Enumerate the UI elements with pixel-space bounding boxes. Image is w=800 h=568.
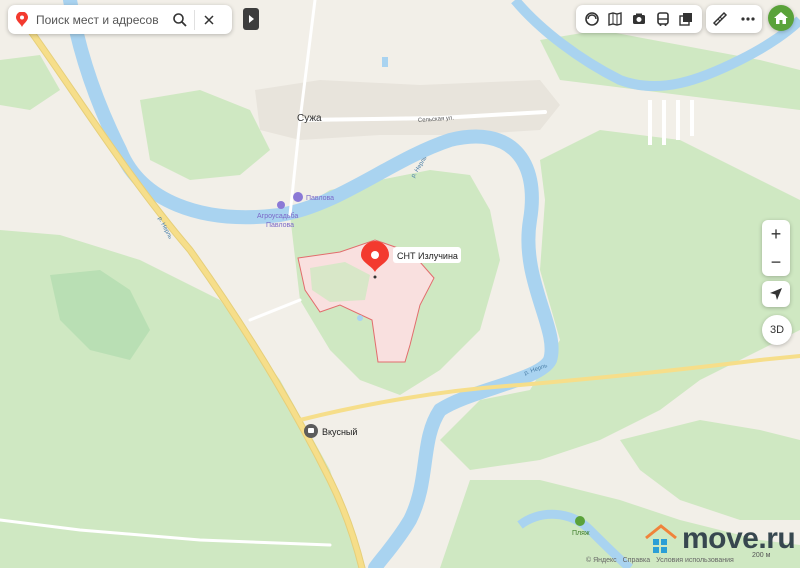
zoom-in-button[interactable]: + — [762, 220, 790, 248]
more-icon[interactable] — [737, 8, 759, 30]
plot-pond — [357, 315, 363, 321]
transit-icon[interactable] — [652, 8, 674, 30]
agro-icon — [277, 201, 285, 209]
3d-toggle-button[interactable]: 3D — [762, 315, 792, 345]
photo-icon[interactable] — [604, 8, 626, 30]
locate-button[interactable] — [762, 281, 790, 307]
village-label[interactable]: Сужа — [297, 113, 322, 124]
map-pin-icon — [8, 12, 36, 27]
house-logo-icon — [645, 524, 677, 553]
terms-link[interactable]: Условия использования — [656, 557, 734, 564]
poi-cafe[interactable]: Вкусный — [304, 424, 357, 438]
beach-label: Пляж — [572, 530, 590, 537]
marker-label: СНТ Излучина — [397, 251, 458, 261]
brand-watermark: move.ru — [644, 522, 796, 556]
copyright-text: © Яндекс — [586, 557, 617, 564]
beach-icon — [575, 516, 585, 526]
marker-dot — [371, 251, 379, 259]
help-link[interactable]: Справка — [623, 557, 650, 564]
pond — [382, 57, 388, 67]
cafe-cup — [308, 428, 314, 433]
zoom-out-button[interactable]: − — [762, 248, 790, 276]
search-input[interactable] — [36, 12, 166, 27]
ruler-icon[interactable] — [709, 8, 731, 30]
house-icon — [774, 12, 788, 24]
agro-label-line1: Агроусадьба — [257, 212, 298, 220]
panorama-icon[interactable] — [581, 8, 603, 30]
layers-toolbar — [576, 5, 702, 33]
search-icon[interactable] — [166, 5, 194, 34]
map-canvas[interactable]: Сужа Сельская ул. р. Нерль р. Нерль р. Н… — [0, 0, 800, 568]
map-footer: © Яндекс Справка Условия использования — [586, 557, 734, 564]
marker-point — [373, 275, 377, 279]
agro-label-line2: Павлова — [266, 222, 294, 229]
collapse-panel-button[interactable] — [243, 8, 259, 30]
brand-text: move.ru — [682, 522, 796, 555]
hotel-icon — [293, 192, 303, 202]
search-box[interactable] — [8, 5, 232, 34]
camera-icon[interactable] — [628, 8, 650, 30]
zoom-control: + − — [762, 220, 790, 276]
navigation-arrow-icon — [770, 288, 782, 300]
poi-pavlova-label: Павлова — [306, 195, 334, 202]
user-avatar[interactable] — [768, 5, 794, 31]
cafe-label: Вкусный — [322, 427, 357, 437]
tools-toolbar — [706, 5, 762, 33]
close-icon[interactable] — [195, 5, 223, 34]
layers-icon[interactable] — [675, 8, 697, 30]
chevron-right-icon — [249, 15, 254, 23]
